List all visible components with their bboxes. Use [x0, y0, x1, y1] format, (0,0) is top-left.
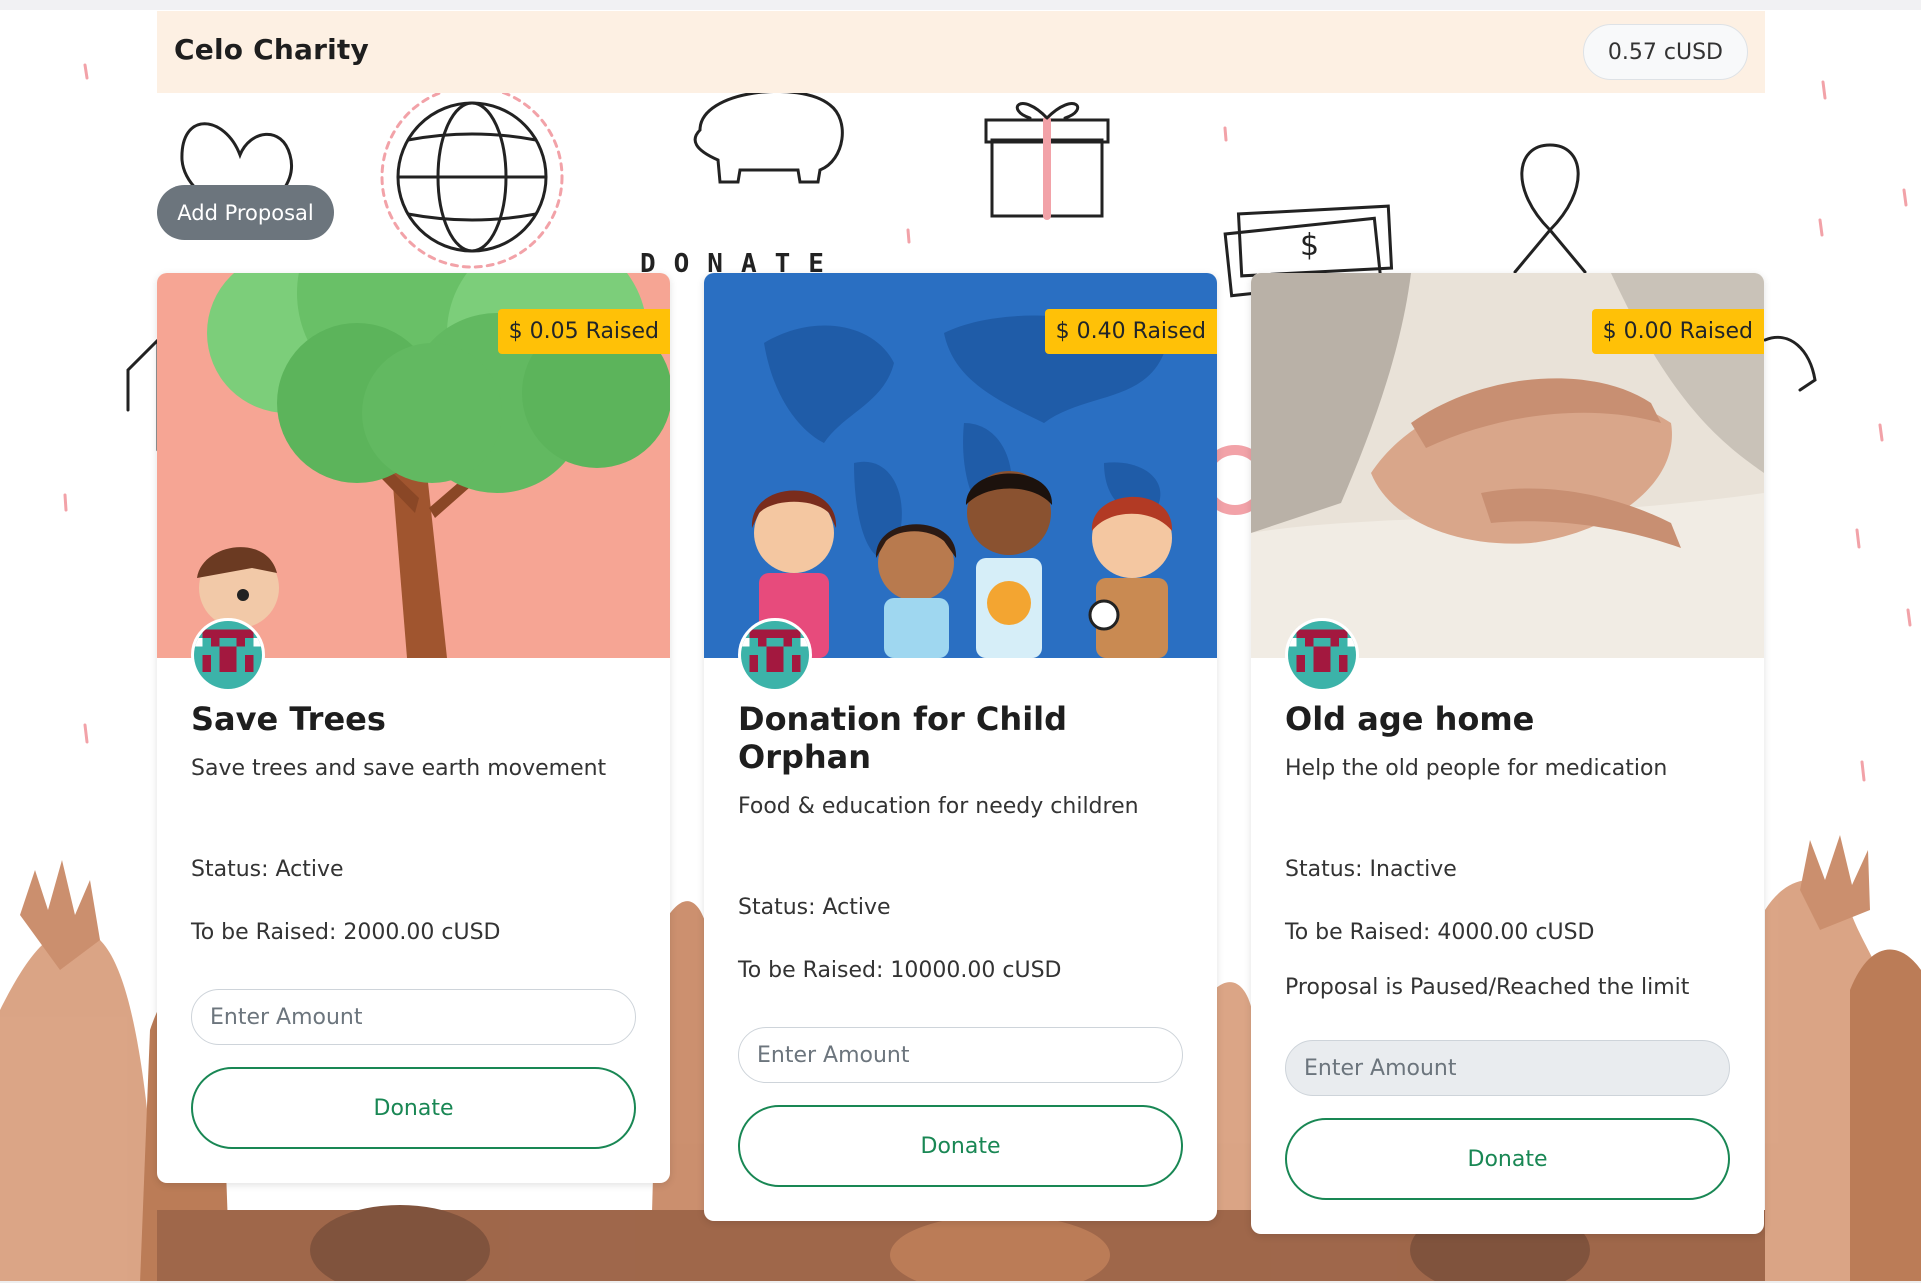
gift-doodle	[984, 102, 1110, 220]
brand-title: Celo Charity	[174, 33, 369, 66]
proposal-image: $ 0.00 Raised	[1251, 273, 1764, 658]
svg-text:$: $	[1300, 228, 1319, 263]
navbar: Celo Charity 0.57 cUSD	[157, 11, 1765, 93]
proposal-title: Donation for Child Orphan	[738, 700, 1068, 776]
proposal-target: To be Raised: 4000.00 cUSD	[1285, 920, 1595, 945]
proposal-description: Food & education for needy children	[738, 794, 1139, 819]
proposal-card: $ 0.00 Raised Old age home Help the old …	[1251, 273, 1764, 1234]
wallet-balance-badge: 0.57 cUSD	[1582, 24, 1748, 80]
proposal-description: Help the old people for medication	[1285, 756, 1668, 781]
card-body: Donation for Child Orphan Food & educati…	[704, 658, 1217, 1221]
donate-button[interactable]: Donate	[1285, 1118, 1730, 1200]
proposal-status: Status: Inactive	[1285, 857, 1457, 882]
proposal-image: $ 0.05 Raised	[157, 273, 670, 658]
raised-amount-badge: $ 0.40 Raised	[1044, 309, 1217, 354]
card-body: Old age home Help the old people for med…	[1251, 658, 1764, 1234]
amount-input[interactable]	[191, 989, 636, 1045]
bird-doodle	[1763, 335, 1817, 392]
proposal-status: Status: Active	[738, 895, 891, 920]
amount-input[interactable]	[1285, 1040, 1730, 1096]
card-body: Save Trees Save trees and save earth mov…	[157, 658, 670, 1183]
creator-identicon-avatar	[191, 618, 265, 692]
creator-identicon-avatar	[1285, 618, 1359, 692]
donate-button[interactable]: Donate	[191, 1067, 636, 1149]
proposal-title: Save Trees	[191, 700, 386, 738]
proposal-paused-notice: Proposal is Paused/Reached the limit	[1285, 975, 1690, 1000]
raised-amount-badge: $ 0.05 Raised	[497, 309, 670, 354]
creator-identicon-avatar	[738, 618, 812, 692]
proposal-card: $ 0.05 Raised Save Trees Save trees and …	[157, 273, 670, 1183]
window-top-strip	[0, 0, 1921, 10]
kid-3	[966, 471, 1053, 658]
proposal-description: Save trees and save earth movement	[191, 756, 607, 781]
proposal-target: To be Raised: 10000.00 cUSD	[738, 958, 1062, 983]
proposal-target: To be Raised: 2000.00 cUSD	[191, 920, 501, 945]
proposal-status: Status: Active	[191, 857, 344, 882]
proposal-image: $ 0.40 Raised	[704, 273, 1217, 658]
amount-input[interactable]	[738, 1027, 1183, 1083]
raised-amount-badge: $ 0.00 Raised	[1591, 309, 1764, 354]
proposal-card: $ 0.40 Raised Donation for Child Orphan …	[704, 273, 1217, 1221]
house-doodle	[126, 336, 160, 452]
donate-button[interactable]: Donate	[738, 1105, 1183, 1187]
ribbon-doodle	[1513, 143, 1587, 274]
globe-doodle	[380, 85, 564, 269]
add-proposal-button[interactable]: Add Proposal	[157, 185, 334, 240]
proposal-title: Old age home	[1285, 700, 1535, 738]
piggy-bank-doodle	[693, 89, 844, 184]
